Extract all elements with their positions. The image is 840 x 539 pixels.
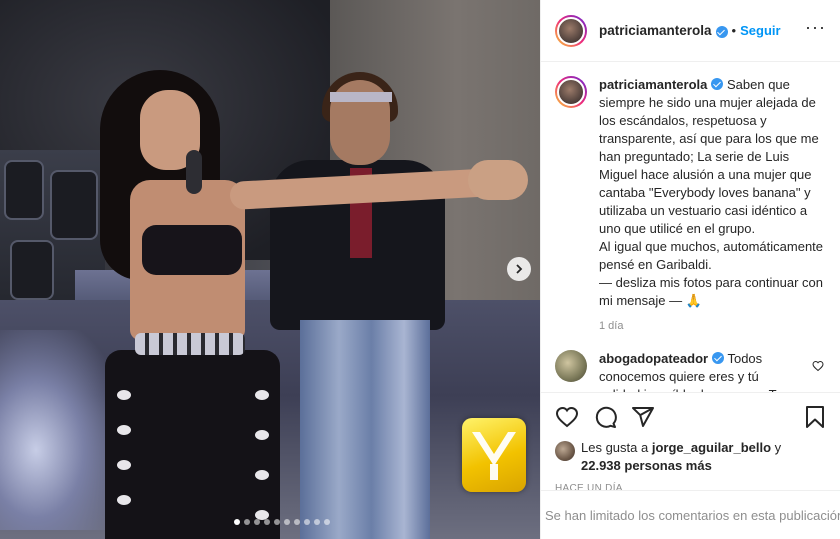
verified-badge-icon	[712, 352, 725, 364]
carousel-indicator	[234, 519, 330, 525]
comment-item: abogadopateador Todos conocemos quiere e…	[555, 350, 826, 392]
carousel-dot	[244, 519, 250, 525]
singer-pants	[105, 350, 280, 539]
caption-username[interactable]: patriciamanterola	[599, 77, 707, 92]
caption-text-3: — desliza mis fotos para continuar con m…	[599, 275, 823, 308]
separator-bullet: •	[731, 23, 737, 38]
comment-like-heart-icon[interactable]	[812, 360, 824, 372]
liker-avatar[interactable]	[555, 441, 575, 461]
author-avatar[interactable]	[555, 14, 587, 47]
singer-belt	[135, 333, 245, 355]
action-icons-row	[555, 403, 827, 431]
comments-limited-notice: Se han limitado los comentarios en esta …	[541, 490, 840, 539]
singer-top	[142, 225, 242, 275]
verified-badge-icon	[711, 78, 724, 90]
carousel-dot	[304, 519, 310, 525]
share-button[interactable]	[631, 405, 655, 429]
save-button[interactable]	[803, 405, 827, 429]
share-icon	[632, 407, 654, 427]
channel-logo-icon	[462, 418, 526, 492]
post-header: patriciamanterola • Seguir ···	[541, 0, 840, 62]
likes-text: Les gusta a jorge_aguilar_bello y 22.938…	[581, 439, 781, 475]
caption-text: Saben que siempre he sido una mujer alej…	[599, 77, 819, 236]
microphone	[186, 150, 202, 194]
carousel-dot	[254, 519, 260, 525]
carousel-dot	[314, 519, 320, 525]
carousel-dot	[274, 519, 280, 525]
verified-badge-icon	[715, 25, 728, 38]
post-side-panel: patriciamanterola • Seguir ··· patriciam…	[540, 0, 840, 539]
bookmark-icon	[806, 406, 824, 428]
caption-avatar[interactable]	[555, 76, 587, 108]
like-button[interactable]	[555, 405, 579, 429]
comment-icon	[595, 406, 617, 428]
instagram-post-view: patriciamanterola • Seguir ··· patriciam…	[0, 0, 840, 539]
carousel-dot	[284, 519, 290, 525]
follow-button[interactable]: Seguir	[740, 23, 780, 38]
likes-prefix: Les gusta a	[581, 440, 649, 455]
post-media[interactable]	[0, 0, 540, 539]
likes-summary: Les gusta a jorge_aguilar_bello y 22.938…	[555, 439, 827, 475]
carousel-dot	[294, 519, 300, 525]
carousel-dot	[234, 519, 240, 525]
likes-connector: y	[774, 440, 782, 455]
more-horizontal-icon[interactable]: ···	[805, 18, 826, 36]
carousel-dot	[324, 519, 330, 525]
comment-button[interactable]	[593, 405, 617, 429]
author-username[interactable]: patriciamanterola	[599, 23, 712, 38]
carousel-dot	[264, 519, 270, 525]
stage-lights	[0, 330, 120, 530]
likes-count[interactable]: 22.938 personas más	[581, 458, 712, 473]
background-man-jeans	[300, 320, 430, 539]
commenter-username[interactable]: abogadopateador	[599, 351, 708, 366]
background-man-headband	[330, 92, 392, 102]
caption-time: 1 día	[599, 320, 624, 332]
commenter-avatar[interactable]	[555, 350, 587, 382]
singer-hand	[468, 160, 528, 200]
carousel-next-button[interactable]	[507, 257, 531, 281]
caption: patriciamanterola Saben que siempre he s…	[555, 76, 826, 310]
caption-text-2: Al igual que muchos, automáticamente pen…	[599, 239, 824, 272]
comment-text-block: abogadopateador Todos conocemos quiere e…	[599, 350, 799, 392]
pray-emoji: 🙏	[685, 293, 702, 308]
heart-icon	[555, 406, 579, 428]
post-actions: Les gusta a jorge_aguilar_bello y 22.938…	[541, 392, 840, 494]
chevron-right-icon	[516, 264, 523, 274]
liker-username[interactable]: jorge_aguilar_bello	[652, 440, 771, 455]
caption-text-block: patriciamanterola Saben que siempre he s…	[599, 76, 823, 310]
comments-section[interactable]: patriciamanterola Saben que siempre he s…	[541, 62, 840, 392]
